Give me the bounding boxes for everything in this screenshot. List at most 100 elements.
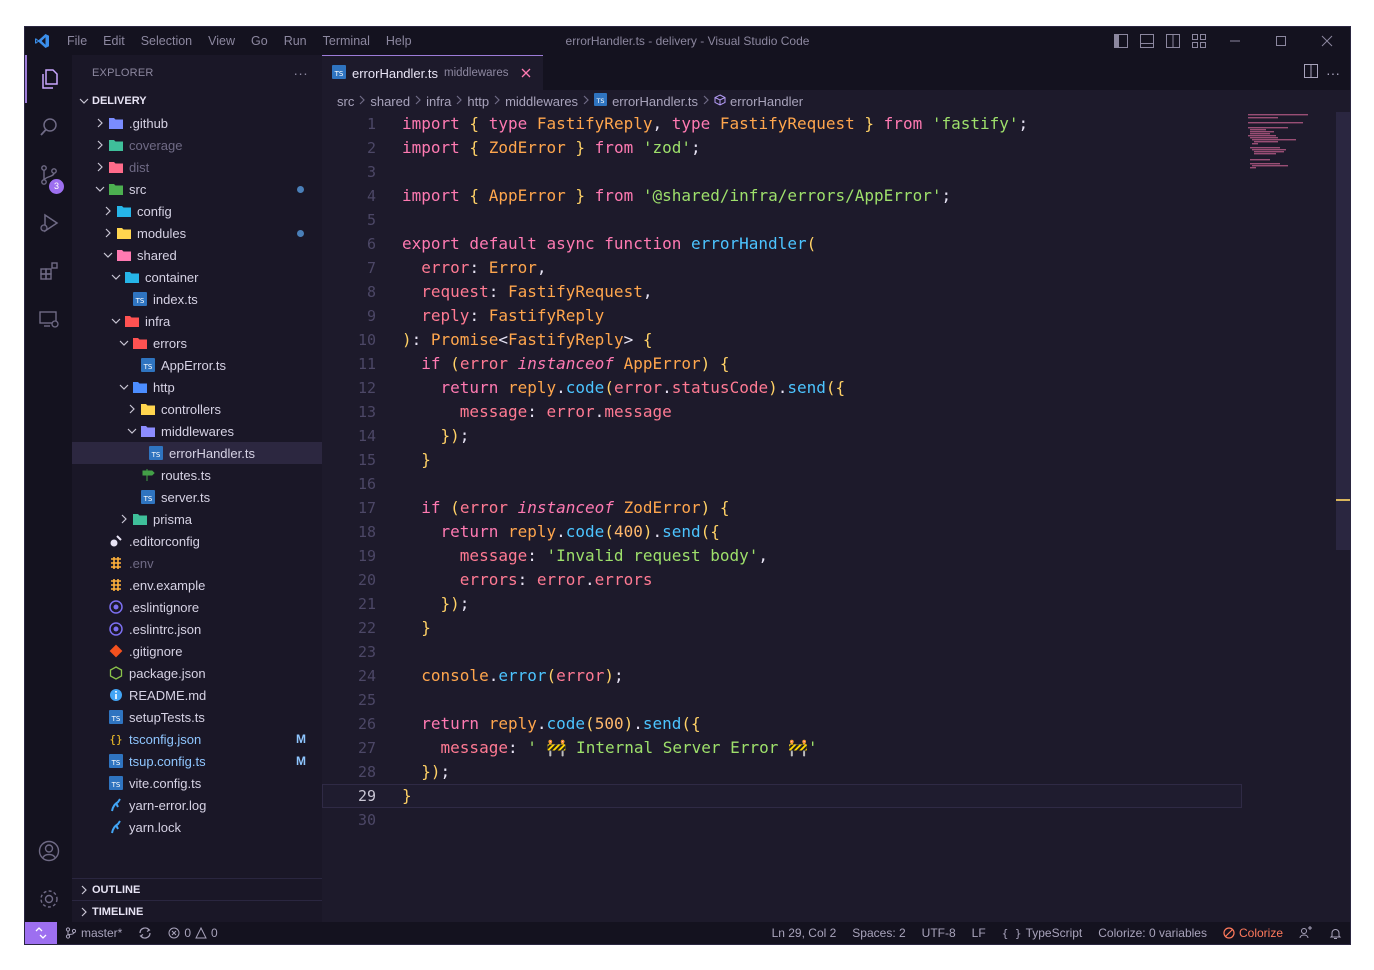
tree-file[interactable]: .env [72, 552, 322, 574]
tree-file[interactable]: .editorconfig [72, 530, 322, 552]
more-actions-icon[interactable]: ··· [1326, 65, 1340, 81]
notifications-button[interactable] [1321, 922, 1350, 944]
breadcrumb-item[interactable]: infra [426, 94, 451, 109]
breadcrumb-item[interactable]: shared [370, 94, 410, 109]
chevron-down-icon [108, 266, 124, 288]
tree-file[interactable]: {} tsconfig.json M [72, 728, 322, 750]
editor-scrollbar[interactable] [1336, 112, 1350, 550]
customize-layout-icon[interactable] [1186, 27, 1212, 55]
chevron-right-icon [92, 156, 108, 178]
eol[interactable]: LF [964, 922, 994, 944]
tree-folder[interactable]: container [72, 266, 322, 288]
split-editor-icon[interactable] [1304, 64, 1318, 81]
explorer-icon[interactable] [25, 55, 72, 103]
problems-indicator[interactable]: 0 0 [160, 922, 225, 944]
menu-run[interactable]: Run [276, 34, 315, 48]
code-token: message [459, 402, 528, 421]
tree-item-label: AppError.ts [161, 357, 227, 373]
gear-icon[interactable] [25, 875, 72, 923]
minimize-icon[interactable] [1212, 27, 1258, 55]
breadcrumb-item[interactable]: errorHandler [730, 94, 803, 109]
tree-file[interactable]: routes.ts [72, 464, 322, 486]
status-bar: master* 0 0 Ln 29, Col 2 Spaces: 2 UTF-8… [25, 922, 1350, 944]
tree-folder[interactable]: .github [72, 112, 322, 134]
language-mode[interactable]: { } TypeScript [994, 922, 1091, 944]
tree-item-label: .eslintignore [129, 599, 200, 615]
menu-terminal[interactable]: Terminal [315, 34, 378, 48]
source-control-icon[interactable]: 3 [25, 151, 72, 199]
branch-indicator[interactable]: master* [57, 922, 130, 944]
indentation[interactable]: Spaces: 2 [844, 922, 913, 944]
tree-folder[interactable]: modules [72, 222, 322, 244]
tree-folder[interactable]: infra [72, 310, 322, 332]
outline-section[interactable]: OUTLINE [72, 878, 322, 900]
menu-file[interactable]: File [59, 34, 95, 48]
menu-edit[interactable]: Edit [95, 34, 133, 48]
tree-file[interactable]: yarn.lock [72, 816, 322, 838]
chevron-right-icon [124, 398, 140, 420]
menu-help[interactable]: Help [378, 34, 420, 48]
code-editor[interactable]: 1 import { type FastifyReply, type Fastif… [322, 112, 1350, 912]
breadcrumb-item[interactable]: errorHandler.ts [612, 94, 698, 109]
tree-folder[interactable]: errors [72, 332, 322, 354]
remote-explorer-icon[interactable] [25, 295, 72, 343]
explorer-more-button[interactable]: ··· [293, 65, 308, 81]
tree-folder[interactable]: coverage [72, 134, 322, 156]
code-token: . [488, 666, 499, 685]
tree-file[interactable]: TS AppError.ts [72, 354, 322, 376]
close-window-icon[interactable] [1304, 27, 1350, 55]
colorize-button[interactable]: Colorize [1215, 922, 1291, 944]
tree-folder[interactable]: controllers [72, 398, 322, 420]
tree-file[interactable]: TS setupTests.ts [72, 706, 322, 728]
sync-button[interactable] [130, 922, 160, 944]
feedback-button[interactable] [1291, 922, 1321, 944]
tree-folder[interactable]: prisma [72, 508, 322, 530]
menu-view[interactable]: View [200, 34, 243, 48]
tree-file[interactable]: TS server.ts [72, 486, 322, 508]
tree-file[interactable]: .eslintrc.json [72, 618, 322, 640]
run-debug-icon[interactable] [25, 199, 72, 247]
tree-file[interactable]: yarn-error.log [72, 794, 322, 816]
menu-go[interactable]: Go [243, 34, 276, 48]
toggle-secondary-sidebar-icon[interactable] [1160, 27, 1186, 55]
search-icon[interactable] [25, 103, 72, 151]
tree-file[interactable]: TS tsup.config.ts M [72, 750, 322, 772]
menu-selection[interactable]: Selection [133, 34, 200, 48]
workspace-root[interactable]: DELIVERY [72, 90, 322, 112]
tree-file[interactable]: README.md [72, 684, 322, 706]
accounts-icon[interactable] [25, 827, 72, 875]
tree-file[interactable]: TS vite.config.ts [72, 772, 322, 794]
tree-file[interactable]: .eslintignore [72, 596, 322, 618]
timeline-label: TIMELINE [92, 905, 144, 918]
tree-folder[interactable]: http [72, 376, 322, 398]
breadcrumb-item[interactable]: http [467, 94, 489, 109]
tab-errorhandler[interactable]: TS errorHandler.ts middlewares [322, 55, 543, 90]
timeline-section[interactable]: TIMELINE [72, 900, 322, 922]
code-token: errorHandler [690, 234, 807, 253]
minimap[interactable] [1236, 112, 1336, 182]
tree-file[interactable]: TS index.ts [72, 288, 322, 310]
close-tab-icon[interactable] [519, 66, 533, 80]
tree-file[interactable]: TS errorHandler.ts [72, 442, 322, 464]
tree-folder[interactable]: src [72, 178, 322, 200]
colorize-variables[interactable]: Colorize: 0 variables [1090, 922, 1215, 944]
cursor-position[interactable]: Ln 29, Col 2 [764, 922, 845, 944]
tree-folder[interactable]: config [72, 200, 322, 222]
tree-file[interactable]: package.json [72, 662, 322, 684]
breadcrumb-item[interactable]: middlewares [505, 94, 578, 109]
toggle-sidebar-icon[interactable] [1108, 27, 1134, 55]
tree-folder[interactable]: middlewares [72, 420, 322, 442]
breadcrumb-item[interactable]: src [337, 94, 354, 109]
tree-file[interactable]: .gitignore [72, 640, 322, 662]
toggle-panel-icon[interactable] [1134, 27, 1160, 55]
editorconfig-icon [108, 533, 124, 549]
tree-folder[interactable]: shared [72, 244, 322, 266]
extensions-icon[interactable] [25, 247, 72, 295]
maximize-icon[interactable] [1258, 27, 1304, 55]
tree-folder[interactable]: dist [72, 156, 322, 178]
tree-file[interactable]: .env.example [72, 574, 322, 596]
remote-indicator[interactable] [25, 922, 57, 944]
encoding[interactable]: UTF-8 [914, 922, 964, 944]
